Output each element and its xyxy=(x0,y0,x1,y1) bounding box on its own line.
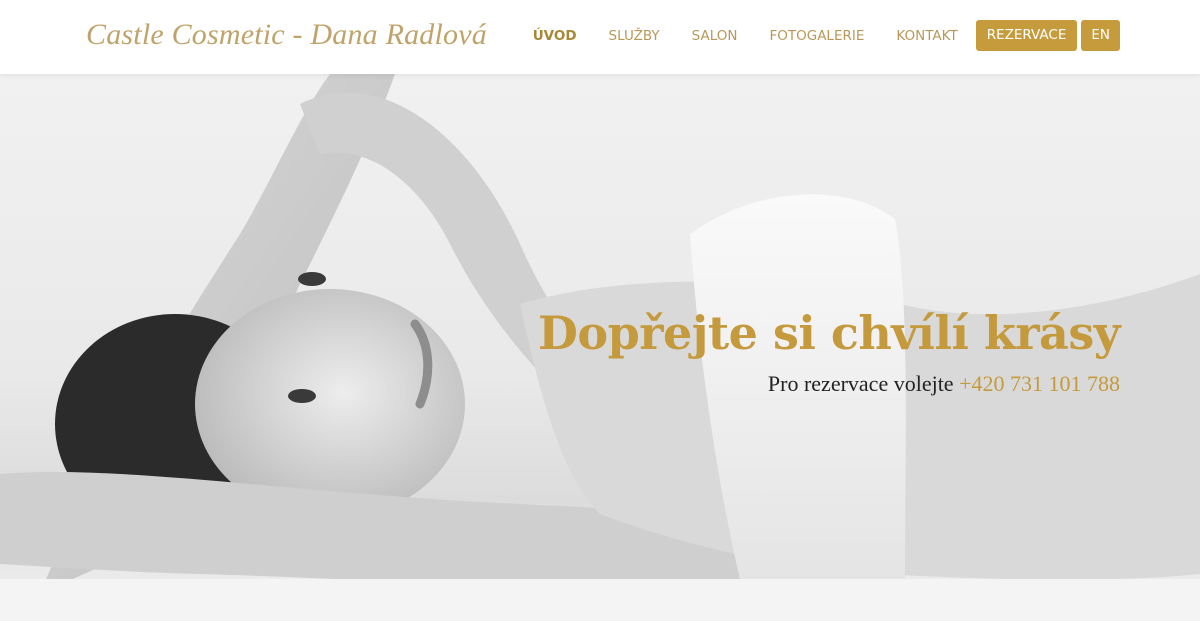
site-logo[interactable]: Castle Cosmetic - Dana Radlová xyxy=(86,18,487,52)
hero-subtitle: Pro rezervace volejte +420 731 101 788 xyxy=(768,371,1120,397)
hero-section: Dopřejte si chvílí krásy Pro rezervace v… xyxy=(0,74,1200,621)
nav-item-kontakt[interactable]: KONTAKT xyxy=(896,28,957,44)
site-header: Castle Cosmetic - Dana Radlová ÚVOD SLUŽ… xyxy=(0,0,1200,74)
nav-item-salon[interactable]: SALON xyxy=(692,28,738,44)
nav-item-sluzby[interactable]: SLUŽBY xyxy=(609,28,660,44)
phone-link[interactable]: +420 731 101 788 xyxy=(959,371,1120,396)
hero-subtitle-text: Pro rezervace volejte xyxy=(767,371,954,396)
hero-title: Dopřejte si chvílí krásy xyxy=(538,306,1120,360)
language-switch-button[interactable]: EN xyxy=(1081,20,1120,51)
reservation-button[interactable]: REZERVACE xyxy=(975,20,1078,51)
nav-item-fotogalerie[interactable]: FOTOGALERIE xyxy=(769,28,864,44)
nav-item-uvod[interactable]: ÚVOD xyxy=(533,28,577,44)
main-nav: ÚVOD SLUŽBY SALON FOTOGALERIE KONTAKT RE… xyxy=(533,20,1120,51)
